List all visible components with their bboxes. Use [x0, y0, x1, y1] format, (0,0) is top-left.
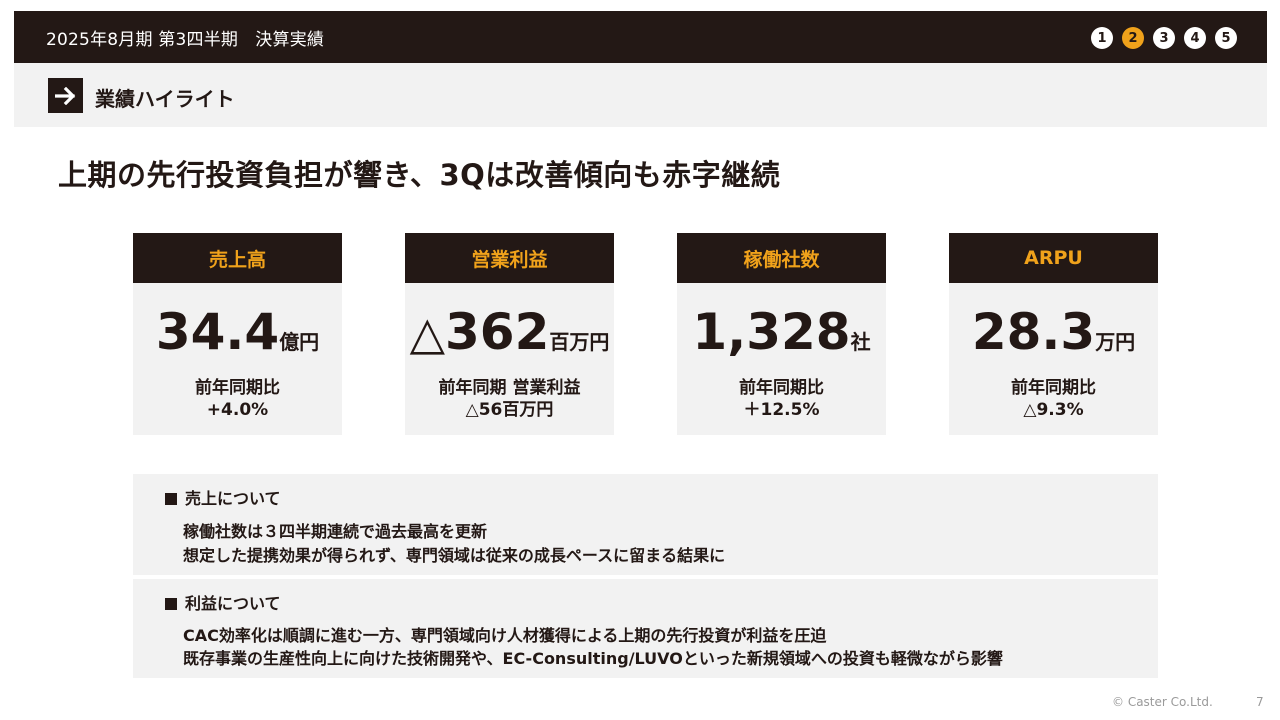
- note-line: CAC効率化は順調に進む一方、専門領域向け人材獲得による上期の先行投資が利益を圧…: [183, 626, 827, 645]
- note-heading-text: 売上について: [185, 489, 281, 508]
- kpi-comparison-value: △9.3%: [1023, 400, 1084, 420]
- kpi-value: 1,328: [692, 303, 851, 361]
- kpi-title: 売上高: [133, 233, 342, 283]
- kpi-value: 34.4: [155, 303, 280, 361]
- kpi-comparison-label: 前年同期比: [1011, 378, 1096, 398]
- kpi-comparison-value: +4.0%: [206, 400, 269, 420]
- kpi-unit: 社: [850, 330, 871, 354]
- note-heading-text: 利益について: [185, 594, 281, 613]
- kpi-title: 営業利益: [405, 233, 614, 283]
- top-bar: 2025年8月期 第3四半期 決算実績 1 2 3 4 5: [14, 11, 1267, 63]
- kpi-comparison-label: 前年同期比: [739, 378, 824, 398]
- square-bullet-icon: [165, 493, 177, 505]
- step-2[interactable]: 2: [1122, 27, 1144, 49]
- step-5[interactable]: 5: [1215, 27, 1237, 49]
- kpi-comparison: 前年同期比 +4.0%: [133, 377, 342, 421]
- kpi-value-row: 34.4億円: [133, 307, 342, 357]
- kpi-comparison-label: 前年同期 営業利益: [438, 378, 581, 398]
- kpi-comparison-value: ＋12.5%: [743, 400, 820, 420]
- kpi-unit: 億円: [279, 330, 320, 354]
- kpi-comparison: 前年同期比 ＋12.5%: [677, 377, 886, 421]
- kpi-title: ARPU: [949, 233, 1158, 283]
- kpi-comparison-label: 前年同期比: [195, 378, 280, 398]
- section-stepper: 1 2 3 4 5: [1091, 27, 1237, 49]
- kpi-card-revenue: 売上高 34.4億円 前年同期比 +4.0%: [133, 233, 342, 435]
- note-line: 既存事業の生産性向上に向けた技術開発や、EC-Consulting/LUVOとい…: [183, 649, 1003, 668]
- page-headline: 上期の先行投資負担が響き、3Qは改善傾向も赤字継続: [58, 158, 781, 192]
- kpi-value: 362: [445, 303, 550, 361]
- note-box-revenue: 売上について 稼働社数は３四半期連続で過去最高を更新 想定した提携効果が得られず…: [133, 474, 1158, 575]
- step-3[interactable]: 3: [1153, 27, 1175, 49]
- note-heading: 売上について: [165, 485, 281, 509]
- kpi-card-operating-profit: 営業利益 △362百万円 前年同期 営業利益 △56百万円: [405, 233, 614, 435]
- kpi-title: 稼働社数: [677, 233, 886, 283]
- kpi-comparison: 前年同期 営業利益 △56百万円: [405, 377, 614, 421]
- kpi-unit: 百万円: [549, 330, 610, 354]
- kpi-value: 28.3: [971, 303, 1096, 361]
- note-heading: 利益について: [165, 590, 281, 614]
- kpi-comparison: 前年同期比 △9.3%: [949, 377, 1158, 421]
- kpi-value-row: △362百万円: [405, 307, 614, 357]
- square-bullet-icon: [165, 598, 177, 610]
- note-box-profit: 利益について CAC効率化は順調に進む一方、専門領域向け人材獲得による上期の先行…: [133, 579, 1158, 678]
- kpi-card-arpu: ARPU 28.3万円 前年同期比 △9.3%: [949, 233, 1158, 435]
- copyright: © Caster Co.Ltd.: [1112, 695, 1213, 709]
- kpi-unit: 万円: [1095, 330, 1136, 354]
- kpi-negative-mark: △: [409, 306, 445, 360]
- section-bar: 業績ハイライト: [14, 63, 1267, 127]
- kpi-card-active-companies: 稼働社数 1,328社 前年同期比 ＋12.5%: [677, 233, 886, 435]
- kpi-value-row: 28.3万円: [949, 307, 1158, 357]
- note-line: 稼働社数は３四半期連続で過去最高を更新: [183, 522, 488, 541]
- section-label: 業績ハイライト: [95, 87, 235, 111]
- step-4[interactable]: 4: [1184, 27, 1206, 49]
- note-line: 想定した提携効果が得られず、専門領域は従来の成長ペースに留まる結果に: [183, 546, 726, 565]
- step-1[interactable]: 1: [1091, 27, 1113, 49]
- page-number: 7: [1256, 695, 1264, 709]
- kpi-value-row: 1,328社: [677, 307, 886, 357]
- report-title: 2025年8月期 第3四半期 決算実績: [46, 30, 325, 50]
- arrow-right-icon: [48, 78, 83, 113]
- kpi-comparison-value: △56百万円: [465, 400, 554, 420]
